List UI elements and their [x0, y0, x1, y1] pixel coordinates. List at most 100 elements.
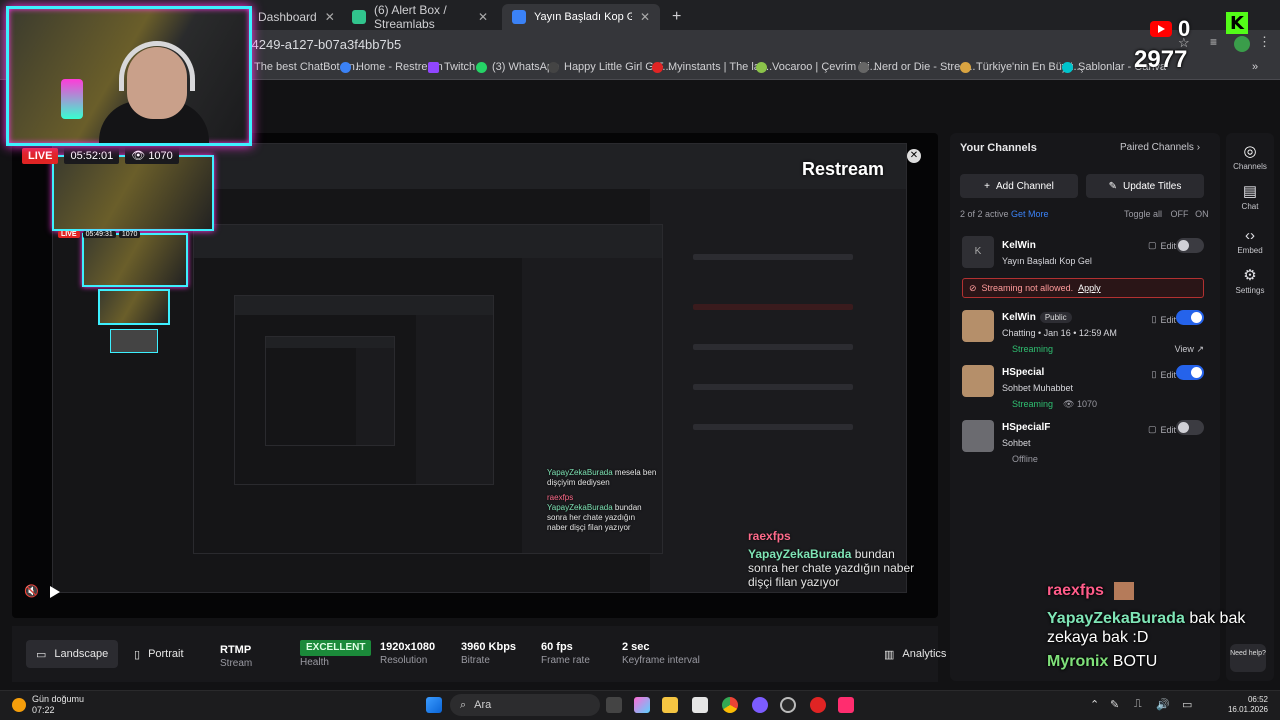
- edit-label: Edit: [1160, 314, 1176, 325]
- file-explorer-icon[interactable]: [662, 697, 678, 713]
- channel-status: Streaming: [1012, 344, 1054, 354]
- edit-button[interactable]: ▯ Edit: [1152, 314, 1176, 325]
- apply-link[interactable]: Apply: [1078, 283, 1101, 293]
- play-icon[interactable]: [50, 586, 60, 598]
- portrait-icon: ▯: [134, 648, 141, 661]
- bookmark-nerd-or-die[interactable]: Nerd or Die - Strea...: [858, 61, 975, 73]
- edit-button[interactable]: ▢ Edit: [1148, 424, 1176, 435]
- paired-channels-link[interactable]: Paired Channels ›: [1120, 142, 1200, 153]
- channel-toggle[interactable]: [1176, 420, 1204, 435]
- windows-start-icon[interactable]: [426, 697, 442, 713]
- chevron-up-icon[interactable]: ⌃: [1090, 698, 1099, 711]
- add-channel-button[interactable]: + Add Channel: [960, 174, 1078, 198]
- stat-label: Health: [300, 657, 329, 668]
- chat-username: raexfps: [748, 529, 791, 543]
- bookmark-myinstants[interactable]: Myinstants | The lar...: [652, 61, 772, 73]
- stat-value: 3960 Kbps: [461, 641, 517, 653]
- toggle-all-on[interactable]: ON: [1195, 209, 1209, 219]
- channel-row: KelWin Public Chatting • Jan 16 • 12:59 A…: [958, 310, 1210, 360]
- taskbar-clock[interactable]: 06:52 16.01.2026: [1216, 695, 1268, 715]
- stat-label: Resolution: [380, 655, 428, 666]
- opera-icon[interactable]: [810, 697, 826, 713]
- bookmark-label: Twitch: [444, 61, 476, 73]
- toggle-all-controls: Toggle all OFF ON: [1124, 209, 1209, 219]
- code-icon: ‹›: [1245, 227, 1255, 244]
- bookmark-whatsapp[interactable]: (3) WhatsApp: [476, 61, 559, 73]
- streamlabs-app-icon[interactable]: [752, 697, 768, 713]
- task-view-icon[interactable]: [606, 697, 622, 713]
- myinstants-icon: [652, 61, 663, 73]
- tab-restream[interactable]: Yayın Başladı Kop Gel - Restrea ✕: [502, 4, 660, 30]
- need-help-button[interactable]: Need help?: [1230, 644, 1266, 672]
- close-preview-icon[interactable]: ✕: [907, 149, 921, 163]
- nav-chat[interactable]: ▤ Chat: [1226, 182, 1274, 211]
- bookmark-twitch[interactable]: Twitch: [428, 61, 475, 73]
- paired-label: Paired Channels: [1120, 142, 1194, 153]
- network-icon[interactable]: ⎍: [1134, 698, 1142, 711]
- battery-icon[interactable]: ▭: [1182, 698, 1192, 711]
- volume-icon[interactable]: 🔊: [1156, 698, 1170, 711]
- channel-toggle[interactable]: [1176, 238, 1204, 253]
- close-tab-icon[interactable]: ✕: [640, 10, 650, 24]
- live-label: LIVE: [58, 231, 80, 238]
- add-channel-label: Add Channel: [996, 180, 1054, 192]
- chevron-right-icon: ›: [1196, 142, 1201, 153]
- menu-icon[interactable]: ⋮: [1258, 34, 1271, 50]
- portrait-button[interactable]: ▯ Portrait: [124, 640, 194, 668]
- close-tab-icon[interactable]: ✕: [325, 10, 335, 24]
- kick-icon: K: [1226, 12, 1248, 34]
- weather-title: Gün doğumu: [32, 694, 85, 704]
- nested-webcam: [52, 155, 214, 231]
- site-icon: [960, 61, 971, 73]
- tiktok-live-icon[interactable]: [838, 697, 854, 713]
- channel-toggle[interactable]: [1176, 365, 1204, 380]
- new-tab-button[interactable]: +: [662, 4, 686, 30]
- landscape-button[interactable]: ▭ Landscape: [26, 640, 119, 668]
- search-icon: ⌕: [460, 698, 467, 711]
- obs-icon[interactable]: [780, 697, 796, 713]
- tab-label: Yayın Başladı Kop Gel - Restrea: [534, 11, 632, 23]
- nav-channels[interactable]: ◎ Channels: [1226, 142, 1274, 171]
- media-icon[interactable]: ≡: [1210, 35, 1217, 49]
- copilot-icon[interactable]: [634, 697, 650, 713]
- stream-preview[interactable]: raexfps YapayZekaBurada bundan sonra her…: [12, 133, 938, 618]
- get-more-link[interactable]: Get More: [1011, 209, 1049, 219]
- update-titles-button[interactable]: ✎ Update Titles: [1086, 174, 1204, 198]
- viewer-value: 1070: [148, 150, 173, 162]
- channel-row: HSpecialF Sohbet Offline ▢ Edit: [958, 420, 1210, 470]
- bitrate-stat: 3960 Kbps Bitrate: [461, 640, 516, 668]
- more-bookmarks-icon[interactable]: »: [1252, 61, 1258, 73]
- nav-settings[interactable]: ⚙ Settings: [1226, 266, 1274, 295]
- mute-icon[interactable]: 🔇: [24, 584, 39, 598]
- edit-button[interactable]: ▢ Edit: [1148, 240, 1176, 251]
- restream-overlay: Restream: [802, 159, 885, 179]
- nested-capture-inner-3: [265, 336, 395, 446]
- analytics-button[interactable]: ▥ Analytics: [874, 640, 956, 668]
- channel-name: HSpecial: [1002, 367, 1045, 378]
- profile-avatar[interactable]: [1234, 36, 1250, 52]
- close-tab-icon[interactable]: ✕: [478, 10, 488, 24]
- chat-username: YapayZekaBurada: [1047, 610, 1185, 627]
- toggle-all-off[interactable]: OFF: [1171, 209, 1189, 219]
- view-label: View: [1174, 344, 1194, 354]
- tab-dashboard[interactable]: Dashboard ✕: [248, 4, 338, 30]
- channel-title: Yayın Başladı Kop Gel: [1002, 256, 1092, 266]
- store-icon[interactable]: [692, 697, 708, 713]
- stat-label: Bitrate: [461, 655, 490, 666]
- streaming-warning: ⊘ Streaming not allowed. Apply: [962, 278, 1204, 298]
- pen-icon[interactable]: ✎: [1110, 698, 1119, 711]
- nav-embed[interactable]: ‹› Embed: [1226, 227, 1274, 255]
- nav-label: Chat: [1241, 202, 1259, 211]
- edit-button[interactable]: ▯ Edit: [1152, 369, 1176, 380]
- url-field[interactable]: e-4249-a127-b07a3f4bb7b5: [240, 34, 401, 54]
- channel-toggle[interactable]: [1176, 310, 1204, 325]
- view-link[interactable]: View ↗: [1175, 344, 1204, 355]
- taskbar-search[interactable]: ⌕ Ara: [450, 694, 600, 716]
- chrome-icon[interactable]: [722, 697, 738, 713]
- weather-widget[interactable]: Gün doğumu 07:22: [12, 694, 84, 716]
- clock-date: 16.01.2026: [1227, 705, 1268, 714]
- tab-label: Dashboard: [258, 10, 317, 24]
- viewers: 1070: [118, 231, 141, 238]
- sunrise-icon: [12, 698, 26, 712]
- tab-alert-box[interactable]: (6) Alert Box / Streamlabs ✕: [342, 3, 498, 31]
